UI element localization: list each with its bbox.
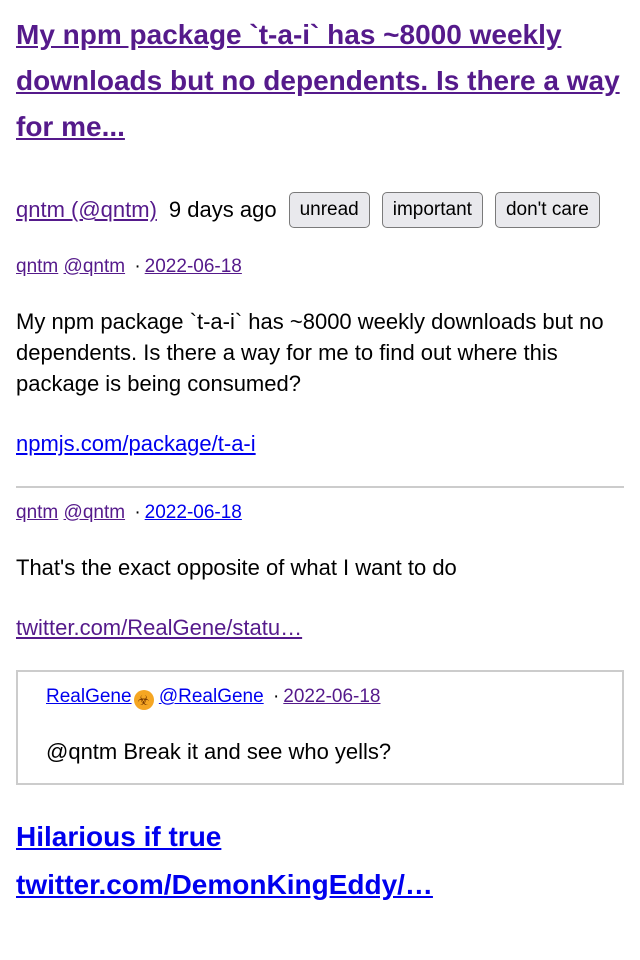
- tweet-text: My npm package `t-a-i` has ~8000 weekly …: [16, 306, 624, 399]
- next-story-url-link[interactable]: twitter.com/DemonKingEddy/…: [16, 861, 624, 909]
- tweet-author-handle[interactable]: @qntm: [64, 502, 126, 523]
- page: My npm package `t-a-i` has ~8000 weekly …: [0, 0, 640, 909]
- tweet-text-content: My npm package `t-a-i` has ~8000 weekly …: [16, 309, 604, 396]
- tweet-author-handle[interactable]: @qntm: [64, 256, 126, 277]
- quoted-tweet-text: @qntm Break it and see who yells?: [46, 736, 594, 767]
- tweet-external-link[interactable]: npmjs.com/package/t-a-i: [16, 430, 256, 458]
- story-title-link[interactable]: My npm package `t-a-i` has ~8000 weekly …: [16, 19, 620, 142]
- dont-care-button[interactable]: don't care: [494, 192, 600, 228]
- quoted-author-name-text: RealGene: [46, 686, 132, 707]
- tweet-text: That's the exact opposite of what I want…: [16, 552, 624, 583]
- quoted-date-link[interactable]: 2022-06-18: [283, 686, 380, 707]
- next-story: Hilarious if true twitter.com/DemonKingE…: [16, 813, 624, 909]
- tweet-date-link[interactable]: 2022-06-18: [145, 256, 242, 277]
- biohazard-icon: ☣: [133, 690, 154, 710]
- tweet-author-name[interactable]: qntm: [16, 256, 58, 277]
- quoted-author-name[interactable]: RealGene ☣: [46, 686, 154, 710]
- story-age: 9 days ago: [168, 197, 277, 222]
- tweet-header: qntm @qntm · 2022-06-18: [16, 256, 624, 278]
- important-button[interactable]: important: [381, 192, 483, 228]
- divider: [16, 486, 624, 488]
- quoted-tweet-text-content: @qntm Break it and see who yells?: [46, 739, 392, 764]
- quoted-author-handle[interactable]: @RealGene: [159, 686, 264, 707]
- tweet-header: qntm @qntm · 2022-06-18: [16, 502, 624, 524]
- tweet-external-link[interactable]: twitter.com/RealGene/statu…: [16, 614, 302, 642]
- tweet-1: qntm @qntm · 2022-06-18 My npm package `t…: [16, 256, 624, 458]
- tweet-date-link[interactable]: 2022-06-18: [145, 502, 242, 523]
- tweet-2: qntm @qntm · 2022-06-18 That's the exact …: [16, 502, 624, 785]
- separator-dot: ·: [134, 502, 141, 523]
- story-title: My npm package `t-a-i` has ~8000 weekly …: [16, 0, 624, 150]
- tweet-text-content: That's the exact opposite of what I want…: [16, 555, 457, 580]
- author-link[interactable]: qntm (@qntm): [16, 196, 157, 224]
- separator-dot: ·: [134, 256, 141, 277]
- quoted-tweet: RealGene ☣ @RealGene · 2022-06-18 @qntm Br…: [16, 670, 624, 785]
- story-meta: qntm (@qntm) 9 days ago unread important…: [16, 192, 624, 228]
- separator-dot: ·: [272, 686, 280, 707]
- tweet-author-name[interactable]: qntm: [16, 502, 58, 523]
- next-story-title-link[interactable]: Hilarious if true: [16, 813, 624, 861]
- unread-button[interactable]: unread: [288, 192, 370, 228]
- quoted-tweet-header: RealGene ☣ @RealGene · 2022-06-18: [46, 686, 594, 710]
